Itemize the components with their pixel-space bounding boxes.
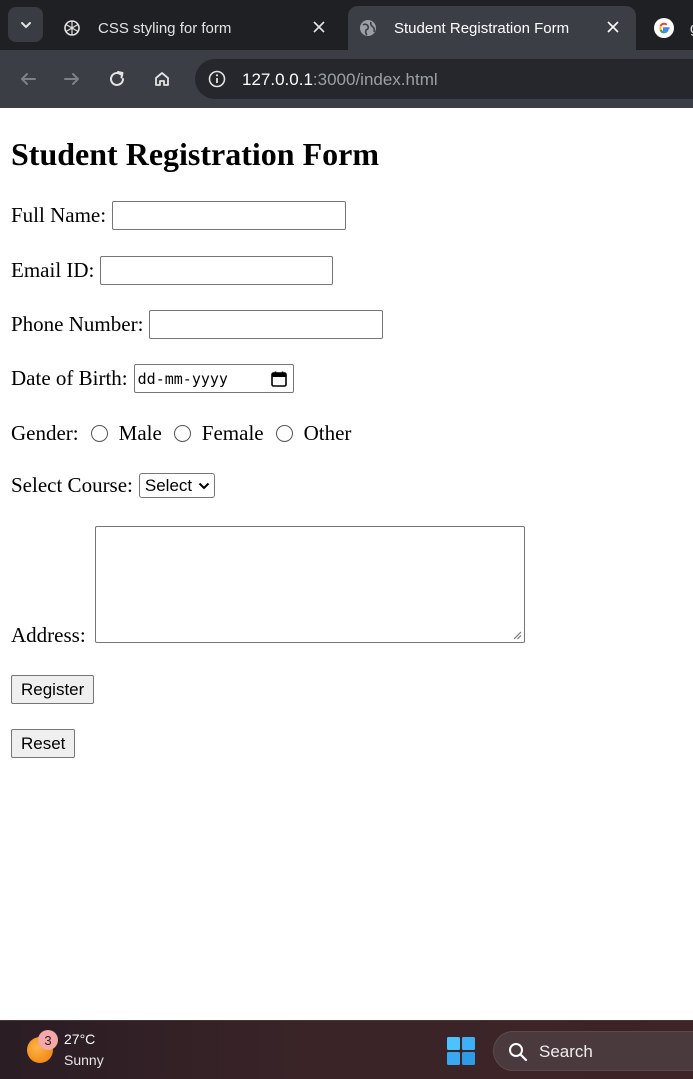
address-bar[interactable]: 127.0.0.1:3000/index.html bbox=[195, 59, 693, 99]
tab-title: CSS styling for form bbox=[98, 19, 232, 37]
windows-logo-icon bbox=[447, 1037, 475, 1065]
gender-other-label[interactable]: Other bbox=[304, 421, 352, 446]
gender-female-label[interactable]: Female bbox=[202, 421, 264, 446]
tab-student-registration[interactable]: Student Registration Form bbox=[348, 6, 636, 50]
google-icon bbox=[654, 18, 674, 38]
dob-label: Date of Birth: bbox=[11, 366, 128, 390]
phone-row: Phone Number: bbox=[11, 310, 384, 339]
page-title: Student Registration Form bbox=[11, 136, 379, 172]
course-label: Select Course: bbox=[11, 473, 133, 497]
full-name-input[interactable] bbox=[112, 201, 347, 230]
weather-temperature[interactable]: 27°C bbox=[64, 1031, 95, 1047]
calendar-icon[interactable] bbox=[270, 370, 288, 388]
email-input[interactable] bbox=[100, 256, 334, 285]
tab-search-button[interactable] bbox=[8, 7, 43, 42]
address-textarea[interactable] bbox=[95, 526, 525, 643]
home-icon bbox=[155, 72, 169, 86]
gender-male-label[interactable]: Male bbox=[119, 421, 162, 446]
full-name-label: Full Name: bbox=[11, 203, 107, 227]
reset-button[interactable]: Reset bbox=[11, 729, 76, 758]
arrow-left-icon bbox=[21, 73, 36, 85]
back-button[interactable] bbox=[13, 64, 43, 94]
dob-placeholder: dd-mm-yyyy bbox=[137, 369, 228, 388]
resize-grip-icon[interactable] bbox=[512, 630, 522, 640]
tab-strip: CSS styling for form Student Registratio… bbox=[0, 0, 693, 50]
tab-title: Student Registration Form bbox=[394, 19, 570, 37]
reload-icon bbox=[110, 71, 124, 86]
chevron-down-icon bbox=[20, 21, 31, 28]
tab-google[interactable]: g bbox=[644, 6, 693, 50]
search-icon bbox=[509, 1043, 528, 1062]
phone-label: Phone Number: bbox=[11, 312, 144, 336]
globe-icon bbox=[358, 18, 378, 38]
chatgpt-icon bbox=[62, 18, 82, 38]
close-icon[interactable] bbox=[604, 18, 622, 36]
dob-input[interactable]: dd-mm-yyyy bbox=[133, 364, 294, 393]
browser-toolbar: 127.0.0.1:3000/index.html bbox=[0, 50, 693, 159]
tab-css-styling[interactable]: CSS styling for form bbox=[52, 6, 342, 50]
register-button[interactable]: Register bbox=[11, 675, 95, 704]
url-text[interactable]: 127.0.0.1:3000/index.html bbox=[242, 70, 438, 90]
url-host: 127.0.0.1 bbox=[242, 70, 313, 89]
search-placeholder: Search bbox=[539, 1042, 593, 1061]
arrow-right-icon bbox=[64, 73, 79, 85]
url-path: :3000/index.html bbox=[312, 70, 438, 89]
address-label: Address: bbox=[11, 623, 86, 647]
address-row: Address: bbox=[11, 623, 86, 648]
close-icon[interactable] bbox=[310, 18, 328, 36]
gender-female-radio[interactable] bbox=[173, 425, 191, 442]
gender-male-radio[interactable] bbox=[90, 425, 108, 442]
course-row: Select Course: Select bbox=[11, 473, 216, 498]
page-content: Student Registration Form Full Name: Ema… bbox=[0, 109, 693, 1020]
dob-row: Date of Birth: dd-mm-yyyy bbox=[11, 364, 294, 393]
email-row: Email ID: bbox=[11, 256, 334, 285]
chevron-down-icon bbox=[198, 481, 210, 491]
weather-condition[interactable]: Sunny bbox=[64, 1052, 104, 1068]
phone-input[interactable] bbox=[149, 310, 384, 339]
start-button[interactable] bbox=[446, 1036, 476, 1066]
course-selected-value: Select bbox=[144, 475, 193, 495]
gender-other-radio[interactable] bbox=[275, 425, 293, 442]
weather-badge: 3 bbox=[38, 1030, 58, 1050]
home-button[interactable] bbox=[147, 64, 177, 94]
taskbar-search[interactable]: Search bbox=[493, 1031, 693, 1071]
taskbar: 3 27°C Sunny Search bbox=[0, 1020, 693, 1079]
gender-row: Gender: Male Female Other bbox=[11, 421, 351, 446]
email-label: Email ID: bbox=[11, 258, 95, 282]
reload-button[interactable] bbox=[102, 64, 132, 94]
info-icon[interactable] bbox=[207, 69, 227, 89]
gender-label: Gender: bbox=[11, 421, 79, 445]
full-name-row: Full Name: bbox=[11, 201, 347, 230]
course-select[interactable]: Select bbox=[138, 473, 216, 498]
forward-button[interactable] bbox=[57, 64, 87, 94]
